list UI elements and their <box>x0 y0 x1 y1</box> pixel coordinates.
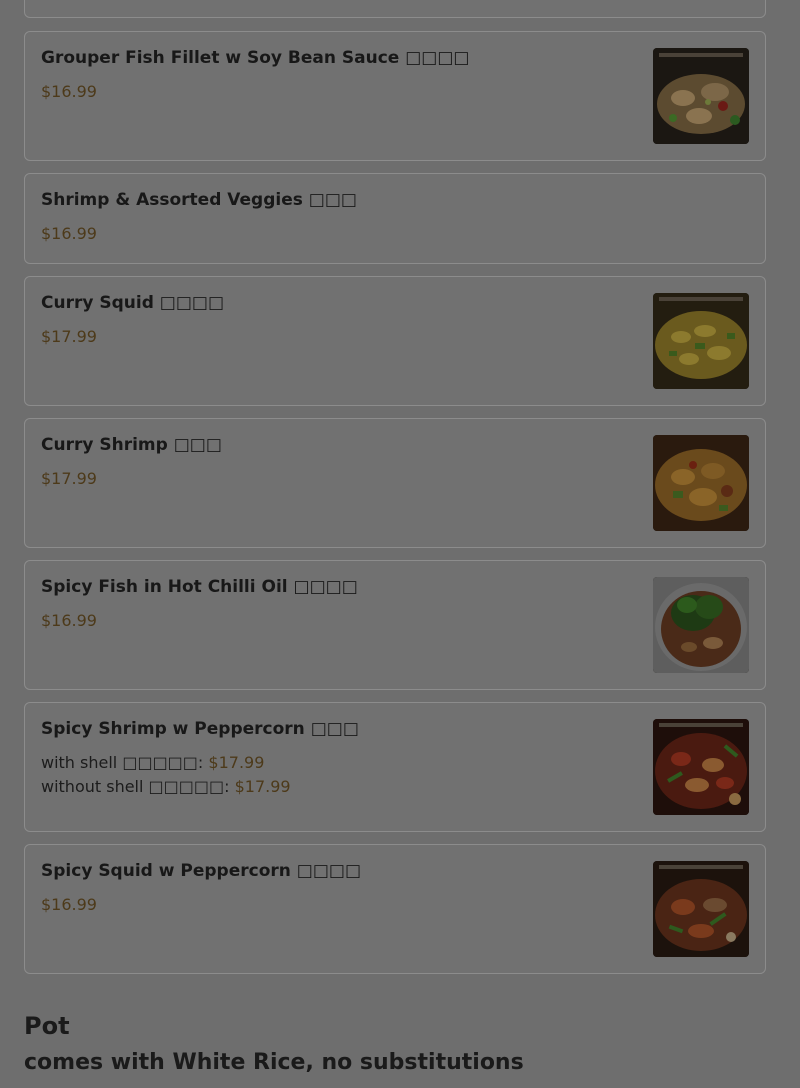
menu-item-name: Curry Squid □□□□ <box>41 293 225 313</box>
menu-item-price: $17.99 <box>41 327 97 346</box>
menu-item-photo <box>653 435 749 531</box>
menu-item-name: Grouper Fish Fillet w Soy Bean Sauce □□□… <box>41 48 470 68</box>
menu-item-card-partial[interactable] <box>24 0 766 18</box>
option-price: $17.99 <box>208 753 265 772</box>
menu-item-photo <box>653 719 749 815</box>
menu-item-name: Spicy Squid w Peppercorn □□□□ <box>41 861 362 881</box>
menu-item-option[interactable]: with shell □□□□□: $17.99 <box>41 753 264 772</box>
section-title: Pot <box>24 1012 70 1040</box>
menu-item-card[interactable]: Shrimp & Assorted Veggies □□□ $16.99 <box>24 173 766 264</box>
menu-item-photo <box>653 577 749 673</box>
option-label: with shell □□□□□: <box>41 753 204 772</box>
menu-item-photo <box>653 861 749 957</box>
menu-item-name: Curry Shrimp □□□ <box>41 435 222 455</box>
menu-item-card[interactable]: Curry Shrimp □□□ $17.99 <box>24 418 766 548</box>
menu-item-card[interactable]: Spicy Squid w Peppercorn □□□□ $16.99 <box>24 844 766 974</box>
option-label: without shell □□□□□: <box>41 777 230 796</box>
menu-item-card[interactable]: Spicy Shrimp w Peppercorn □□□ with shell… <box>24 702 766 832</box>
menu-item-photo <box>653 48 749 144</box>
menu-item-price: $17.99 <box>41 469 97 488</box>
menu-item-price: $16.99 <box>41 82 97 101</box>
menu-item-price: $16.99 <box>41 895 97 914</box>
menu-item-card[interactable]: Curry Squid □□□□ $17.99 <box>24 276 766 406</box>
menu-item-price: $16.99 <box>41 224 97 243</box>
menu-item-card[interactable]: Spicy Fish in Hot Chilli Oil □□□□ $16.99 <box>24 560 766 690</box>
menu-item-photo <box>653 293 749 389</box>
menu-item-card[interactable]: Grouper Fish Fillet w Soy Bean Sauce □□□… <box>24 31 766 161</box>
option-price: $17.99 <box>234 777 291 796</box>
menu-item-price: $16.99 <box>41 611 97 630</box>
menu-item-name: Spicy Shrimp w Peppercorn □□□ <box>41 719 359 739</box>
menu-item-option[interactable]: without shell □□□□□: $17.99 <box>41 777 291 796</box>
menu-item-name: Spicy Fish in Hot Chilli Oil □□□□ <box>41 577 358 597</box>
section-subtitle: comes with White Rice, no substitutions <box>24 1050 524 1075</box>
menu-item-name: Shrimp & Assorted Veggies □□□ <box>41 190 357 210</box>
